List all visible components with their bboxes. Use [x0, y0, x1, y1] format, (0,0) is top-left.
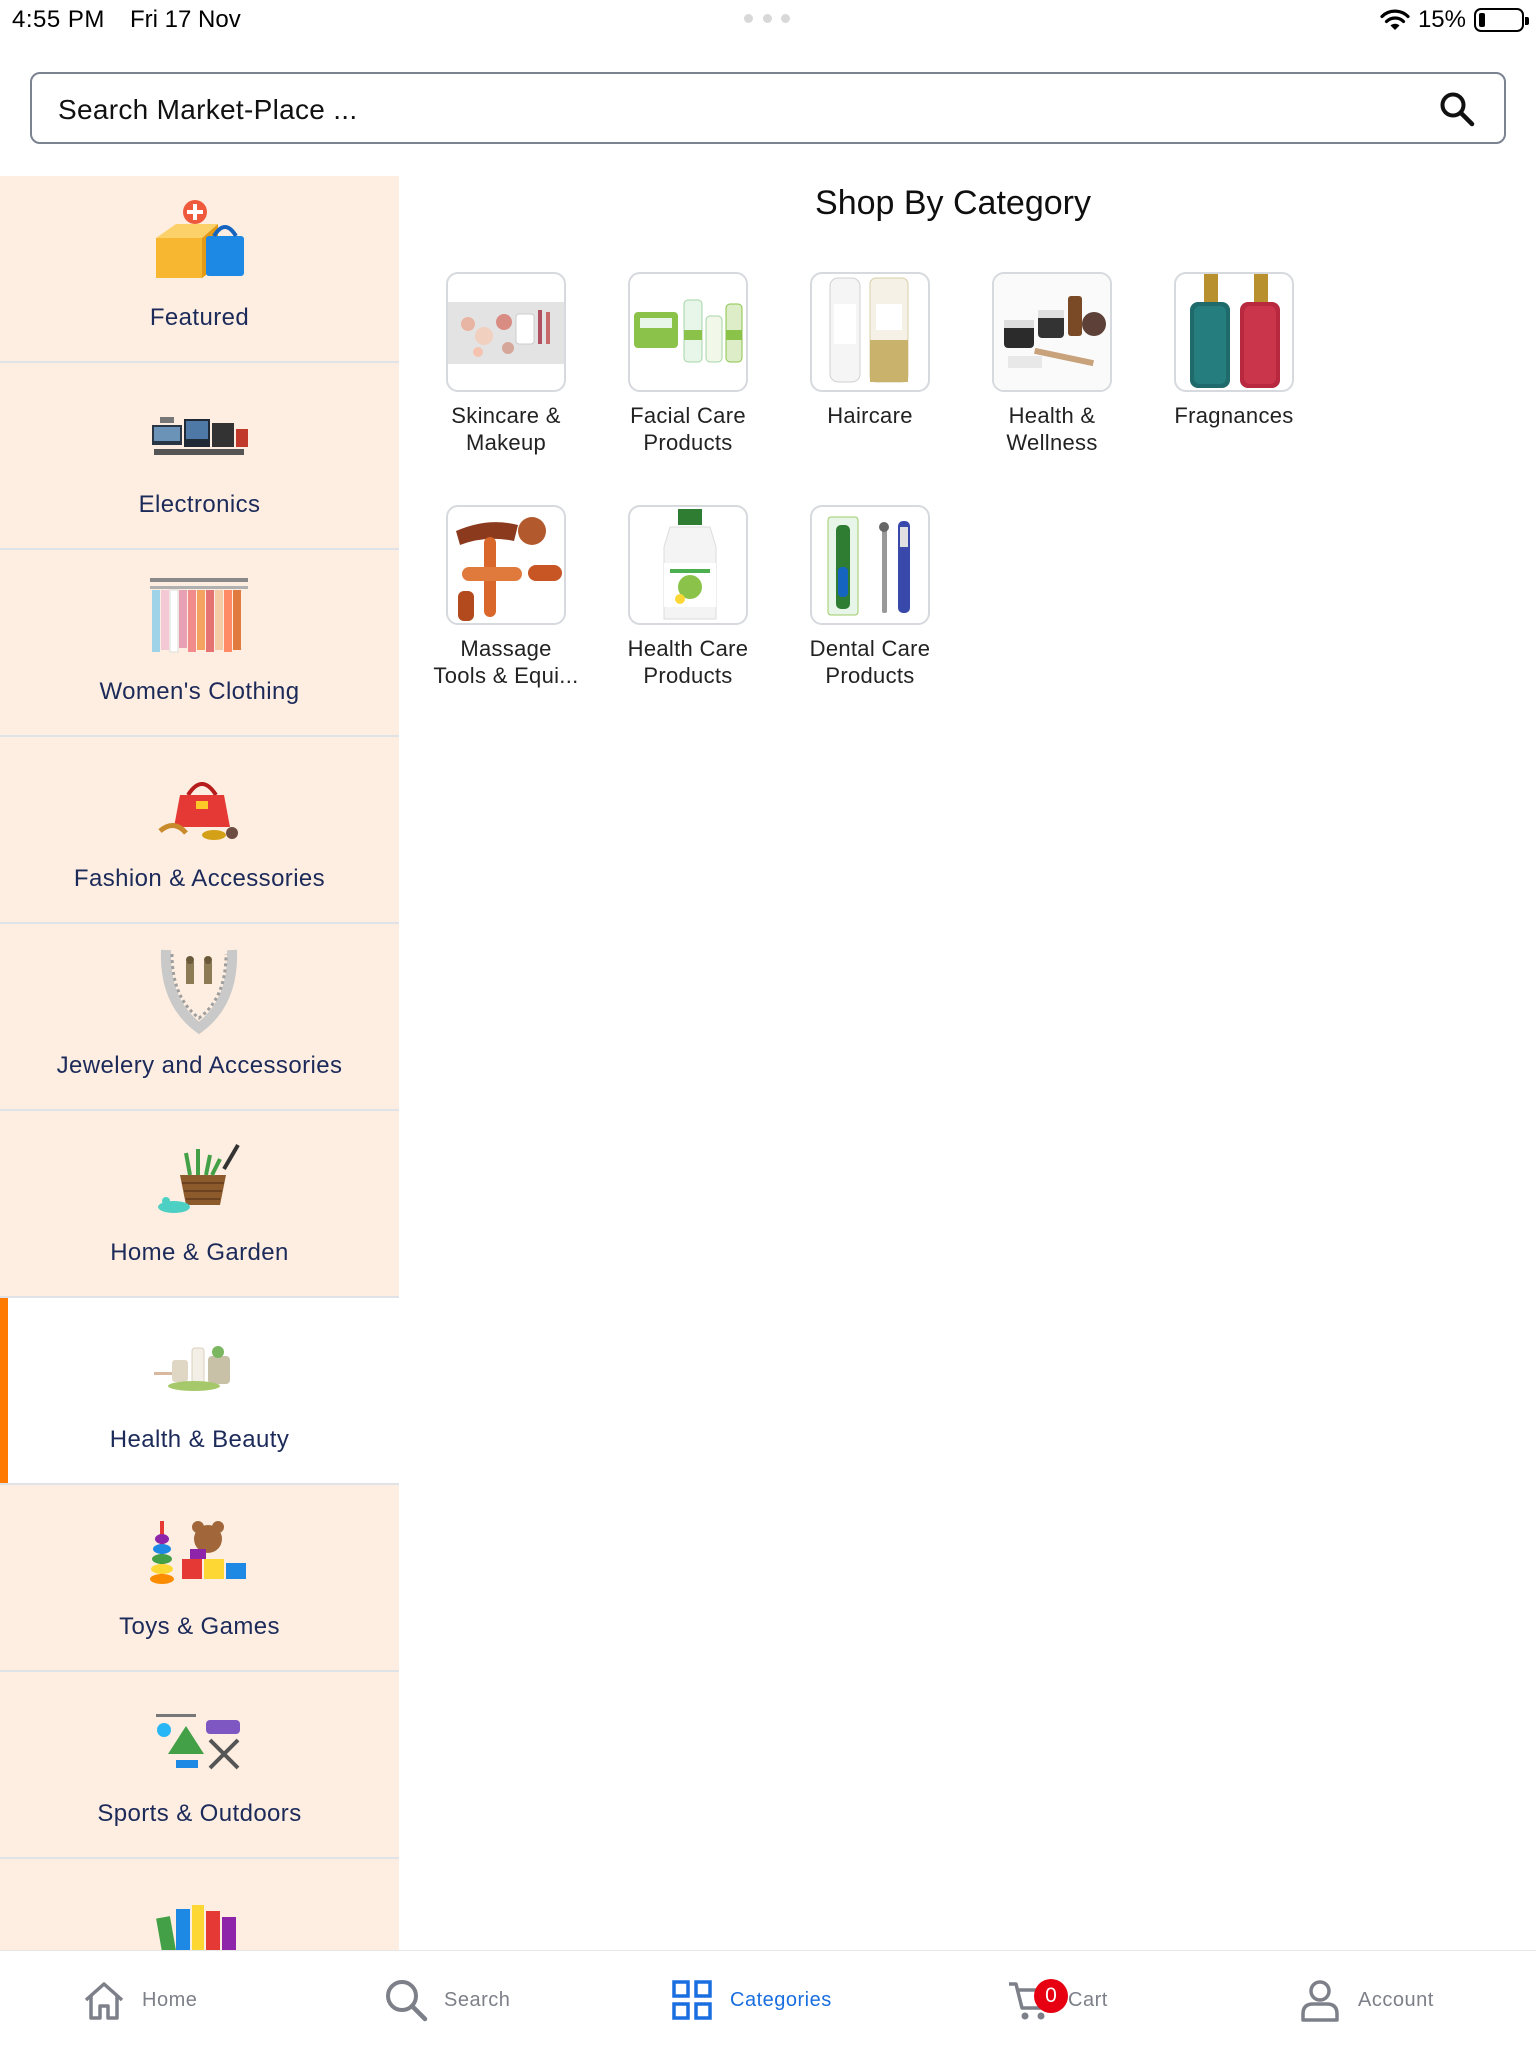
battery-percentage: 15% [1417, 6, 1466, 33]
beauty-products-icon [154, 1346, 230, 1391]
search-placeholder: Search Market-Place ... [58, 94, 358, 125]
sidebar-item-fashion-accessories[interactable]: Fashion & Accessories [0, 737, 399, 924]
featured-box-icon [156, 200, 244, 278]
clothing-rack-icon [150, 578, 248, 653]
sidebar-item-sports-outdoors[interactable]: Sports & Outdoors [0, 1672, 399, 1859]
sidebar-item-label: Home & Garden [110, 1239, 289, 1266]
necklace-icon [160, 949, 238, 1035]
sidebar-item-home-garden[interactable]: Home & Garden [0, 1111, 399, 1298]
toothbrush-icon [827, 516, 910, 616]
nav-label: Search [444, 1988, 511, 2011]
wellness-jars-icon [994, 274, 1110, 390]
category-tile-massage-tools[interactable]: Massage Tools & Equi... [420, 503, 590, 703]
sidebar-item-featured[interactable]: Featured [0, 176, 399, 363]
category-tile-label: Dental Care Products [809, 636, 931, 688]
category-tile-facial-care[interactable]: Facial Care Products [602, 270, 772, 470]
wooden-massager-icon [456, 517, 562, 621]
home-icon [84, 1982, 124, 2020]
status-date: Fri 17 Nov [130, 6, 241, 33]
category-tile-label: Massage Tools & Equi... [433, 636, 579, 688]
shampoo-bottles-icon [829, 277, 909, 383]
facial-wipes-icon [634, 299, 743, 363]
category-tile-label: Health & Wellness [1006, 403, 1098, 455]
category-tile-health-care[interactable]: Health Care Products [602, 503, 772, 703]
sidebar-item-label: Health & Beauty [109, 1426, 290, 1453]
bottom-navigation: Home Search Categories Cart 0 Account [0, 1950, 1536, 2048]
category-tile-health-wellness[interactable]: Health & Wellness [966, 270, 1136, 470]
sidebar-item-jewelery[interactable]: Jewelery and Accessories [0, 924, 399, 1111]
user-icon [1301, 1980, 1339, 2022]
category-tile-haircare[interactable]: Haircare [784, 270, 954, 470]
nav-categories[interactable]: Categories [668, 1951, 832, 2048]
sidebar-item-label: Electronics [138, 491, 261, 518]
nav-search[interactable]: Search [382, 1951, 510, 2048]
sidebar-item-toys-games[interactable]: Toys & Games [0, 1485, 399, 1672]
sidebar-item-health-beauty[interactable]: Health & Beauty [0, 1298, 399, 1485]
category-tile-fragrances[interactable]: Fragnances [1148, 270, 1318, 470]
nav-label: Categories [730, 1988, 832, 2011]
sidebar-item-label: Toys & Games [119, 1613, 280, 1640]
sidebar-item-label: Women's Clothing [99, 678, 300, 705]
nav-account[interactable]: Account [1296, 1951, 1434, 2048]
wifi-icon [1380, 9, 1410, 30]
multitasking-dots-icon[interactable] [744, 14, 790, 24]
nav-home[interactable]: Home [80, 1951, 197, 2048]
sidebar-item-label: Sports & Outdoors [97, 1800, 302, 1827]
category-sidebar[interactable]: Featured Electronics Women's Clothing Fa… [0, 176, 399, 1951]
sidebar-item-label: Featured [149, 304, 250, 331]
books-stationery-icon [156, 1905, 236, 1951]
category-tile-label: Haircare [827, 403, 913, 428]
grid-icon [672, 1980, 712, 2020]
search-icon[interactable] [1438, 90, 1476, 128]
category-tile-label: Fragnances [1174, 403, 1294, 428]
nav-label: Account [1358, 1988, 1434, 2011]
category-tile-dental-care[interactable]: Dental Care Products [784, 503, 954, 703]
category-tile-label: Health Care Products [627, 636, 749, 688]
sidebar-item-label: Fashion & Accessories [73, 865, 326, 892]
sidebar-item-electronics[interactable]: Electronics [0, 363, 399, 550]
battery-icon [1474, 8, 1529, 32]
makeup-palette-icon [448, 302, 564, 364]
sidebar-item-label: Jewelery and Accessories [56, 1052, 343, 1079]
juice-bottle-icon [663, 509, 717, 620]
handbag-icon [158, 782, 238, 840]
search-icon [386, 1980, 428, 2022]
active-indicator [0, 1298, 8, 1483]
status-indicators: 15% [1380, 6, 1529, 34]
category-tile-label: Facial Care Products [630, 403, 746, 455]
electronics-icon [152, 417, 248, 455]
teddy-toys-icon [150, 1521, 246, 1584]
page-title: Shop By Category [815, 184, 1091, 222]
category-tile-skincare-makeup[interactable]: Skincare & Makeup [420, 270, 590, 470]
nav-label: Home [142, 1988, 198, 2011]
perfume-bottles-icon [1190, 274, 1280, 388]
status-time: 4:55 PM [12, 6, 105, 33]
cart-count-badge: 0 [1034, 1979, 1068, 2013]
sports-gear-icon [156, 1714, 240, 1770]
category-tile-label: Skincare & Makeup [451, 403, 561, 455]
sidebar-item-womens-clothing[interactable]: Women's Clothing [0, 550, 399, 737]
garden-basket-icon [158, 1143, 240, 1213]
nav-label: Cart [1068, 1988, 1108, 2011]
sidebar-item-books[interactable] [0, 1859, 399, 1951]
search-input[interactable]: Search Market-Place ... [30, 72, 1506, 144]
status-bar: 4:55 PM Fri 17 Nov 15% [0, 0, 1536, 40]
